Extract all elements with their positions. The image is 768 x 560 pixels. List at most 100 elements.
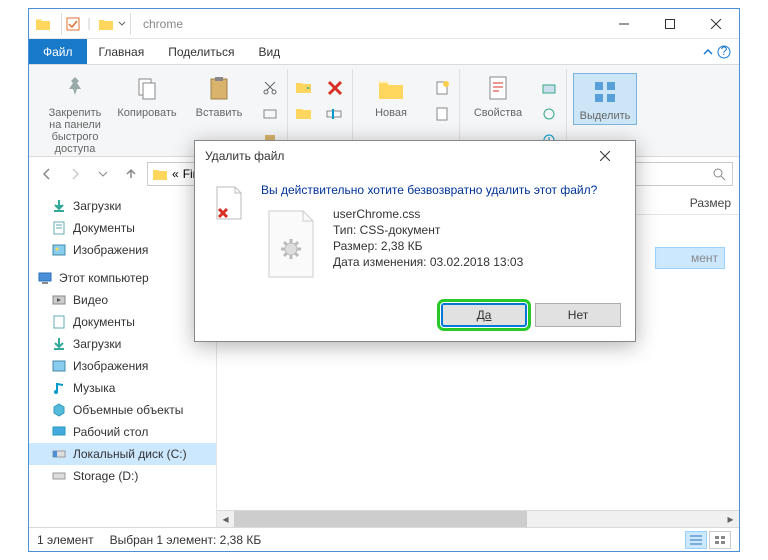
select-button[interactable]: Выделить bbox=[573, 73, 637, 125]
horizontal-scrollbar[interactable]: ◂ ▸ bbox=[217, 510, 739, 527]
quick-access-toolbar[interactable] bbox=[61, 13, 131, 35]
rename-button[interactable] bbox=[324, 103, 346, 125]
column-size[interactable]: Размер bbox=[690, 196, 731, 210]
checkbox-icon bbox=[66, 17, 80, 31]
folder-icon bbox=[98, 17, 114, 31]
paste-button[interactable]: Вставить bbox=[187, 73, 251, 119]
menu-home[interactable]: Главная bbox=[87, 39, 157, 64]
file-delete-icon bbox=[211, 183, 247, 279]
open-button[interactable] bbox=[538, 77, 560, 99]
window-icon bbox=[29, 17, 57, 31]
copy-button[interactable]: Копировать bbox=[115, 73, 179, 119]
nav-documents[interactable]: Документы bbox=[29, 217, 216, 239]
dialog-title-text: Удалить файл bbox=[205, 149, 284, 163]
new-item-button[interactable] bbox=[431, 77, 453, 99]
new-item-icon bbox=[434, 80, 450, 96]
nav-local-disk-c[interactable]: Локальный диск (C:) bbox=[29, 443, 216, 465]
paste-icon bbox=[203, 73, 235, 105]
delete-button[interactable] bbox=[324, 77, 346, 99]
view-mode-toggle bbox=[685, 531, 731, 549]
ribbon-collapse[interactable]: ? bbox=[695, 39, 739, 64]
minimize-button[interactable] bbox=[601, 9, 647, 39]
breadcrumb-overflow[interactable]: « bbox=[172, 167, 179, 181]
cut-button[interactable] bbox=[259, 77, 281, 99]
nav-music[interactable]: Музыка bbox=[29, 377, 216, 399]
view-details-button[interactable] bbox=[685, 531, 707, 549]
move-to-button[interactable] bbox=[294, 77, 316, 99]
pin-icon bbox=[59, 73, 91, 105]
file-name: userChrome.css bbox=[333, 207, 523, 221]
nav-desktop[interactable]: Рабочий стол bbox=[29, 421, 216, 443]
nav-3d-objects[interactable]: Объемные объекты bbox=[29, 399, 216, 421]
pin-button[interactable]: Закрепить на панели быстрого доступа bbox=[43, 73, 107, 155]
scroll-thumb[interactable] bbox=[234, 511, 527, 528]
copy-icon bbox=[131, 73, 163, 105]
file-size: Размер: 2,38 КБ bbox=[333, 239, 523, 253]
properties-icon bbox=[482, 73, 514, 105]
menu-view[interactable]: Вид bbox=[246, 39, 292, 64]
nav-downloads[interactable]: Загрузки bbox=[29, 195, 216, 217]
nav-storage-d[interactable]: Storage (D:) bbox=[29, 465, 216, 487]
maximize-button[interactable] bbox=[647, 9, 693, 39]
properties-button[interactable]: Свойства bbox=[466, 73, 530, 119]
help-icon[interactable]: ? bbox=[717, 45, 731, 59]
file-type: Тип: CSS-документ bbox=[333, 223, 523, 237]
scroll-right-button[interactable]: ▸ bbox=[722, 511, 739, 528]
dialog-titlebar: Удалить файл bbox=[195, 141, 635, 171]
scissors-icon bbox=[262, 80, 278, 96]
new-folder-icon bbox=[375, 73, 407, 105]
menu-file[interactable]: Файл bbox=[29, 39, 87, 64]
folder-icon bbox=[152, 167, 168, 181]
qat-divider-icon bbox=[84, 17, 94, 31]
menubar: Файл Главная Поделиться Вид ? bbox=[29, 39, 739, 65]
search-icon bbox=[712, 167, 726, 181]
yes-button[interactable]: Да bbox=[441, 303, 527, 327]
rename-icon bbox=[325, 106, 345, 122]
open-icon bbox=[541, 80, 557, 96]
menu-share[interactable]: Поделиться bbox=[156, 39, 246, 64]
dialog-question: Вы действительно хотите безвозвратно уда… bbox=[261, 183, 619, 197]
nav-videos[interactable]: Видео bbox=[29, 289, 216, 311]
dialog-body: Вы действительно хотите безвозвратно уда… bbox=[195, 171, 635, 295]
easy-access-icon bbox=[434, 106, 450, 122]
nav-up-button[interactable] bbox=[119, 162, 143, 186]
nav-documents-2[interactable]: Документы bbox=[29, 311, 216, 333]
delete-x-icon bbox=[325, 78, 345, 98]
moveto-icon bbox=[295, 80, 315, 96]
scroll-left-button[interactable]: ◂ bbox=[217, 511, 234, 528]
status-selection: Выбран 1 элемент: 2,38 КБ bbox=[110, 533, 262, 547]
copy-to-button[interactable] bbox=[294, 103, 316, 125]
nav-downloads-2[interactable]: Загрузки bbox=[29, 333, 216, 355]
copyto-icon bbox=[295, 106, 315, 122]
navigation-pane[interactable]: Загрузки Документы Изображения Этот комп… bbox=[29, 191, 217, 527]
nav-forward-button[interactable] bbox=[63, 162, 87, 186]
file-type-icon bbox=[261, 207, 321, 279]
status-item-count: 1 элемент bbox=[37, 533, 94, 547]
path-icon bbox=[262, 106, 278, 122]
titlebar: chrome bbox=[29, 9, 739, 39]
select-all-icon bbox=[589, 76, 621, 108]
delete-confirm-dialog: Удалить файл Вы действительно хотите без… bbox=[194, 140, 636, 342]
nav-this-pc[interactable]: Этот компьютер bbox=[29, 267, 216, 289]
edit-icon bbox=[541, 106, 557, 122]
svg-text:?: ? bbox=[721, 45, 728, 58]
file-metadata: userChrome.css Тип: CSS-документ Размер:… bbox=[333, 207, 523, 279]
new-folder-button[interactable]: Новая bbox=[359, 73, 423, 119]
dialog-close-button[interactable] bbox=[585, 143, 625, 169]
nav-back-button[interactable] bbox=[35, 162, 59, 186]
easy-access-button[interactable] bbox=[431, 103, 453, 125]
close-button[interactable] bbox=[693, 9, 739, 39]
dialog-button-row: Да Нет bbox=[195, 295, 635, 341]
file-row-selected[interactable]: мент bbox=[655, 247, 725, 269]
nav-recent-button[interactable] bbox=[91, 162, 115, 186]
file-modified: Дата изменения: 03.02.2018 13:03 bbox=[333, 255, 523, 269]
status-bar: 1 элемент Выбран 1 элемент: 2,38 КБ bbox=[29, 527, 739, 551]
view-icons-button[interactable] bbox=[709, 531, 731, 549]
no-button[interactable]: Нет bbox=[535, 303, 621, 327]
copy-path-button[interactable] bbox=[259, 103, 281, 125]
dropdown-icon[interactable] bbox=[118, 17, 126, 31]
nav-pictures-2[interactable]: Изображения bbox=[29, 355, 216, 377]
window-title: chrome bbox=[135, 17, 601, 31]
nav-pictures[interactable]: Изображения bbox=[29, 239, 216, 261]
edit-button[interactable] bbox=[538, 103, 560, 125]
